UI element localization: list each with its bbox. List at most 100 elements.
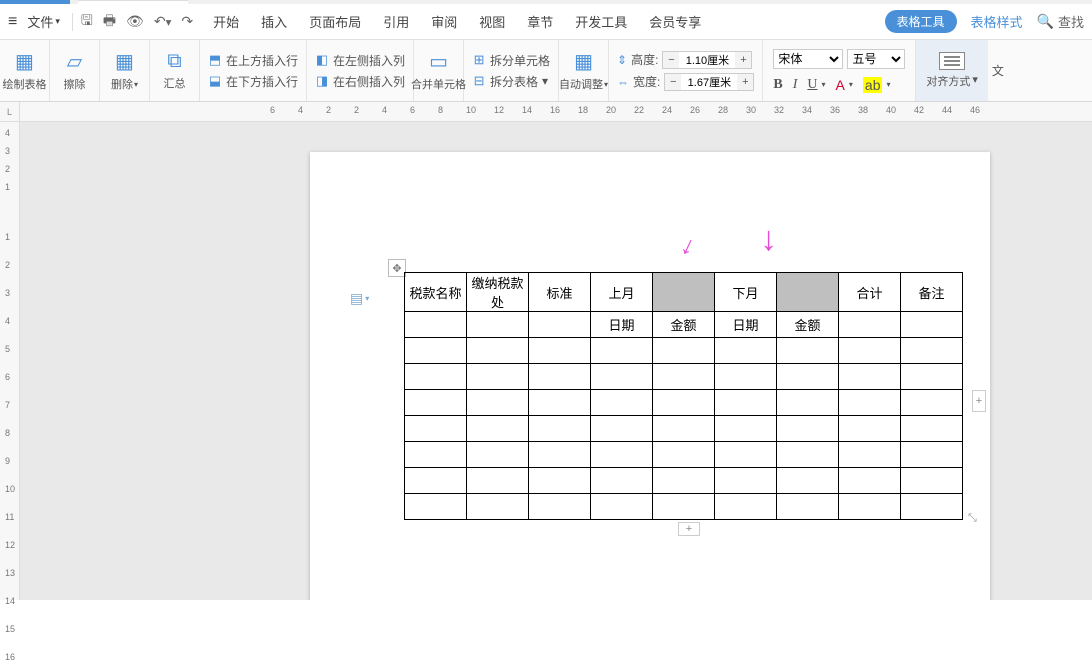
table-cell[interactable] xyxy=(901,468,963,494)
table-cell[interactable] xyxy=(467,312,529,338)
search-box[interactable]: 🔍 查找 xyxy=(1037,12,1084,31)
table-cell[interactable]: 备注 xyxy=(901,273,963,312)
add-col-handle[interactable]: + xyxy=(972,390,986,412)
table-cell[interactable] xyxy=(715,494,777,520)
table-cell[interactable] xyxy=(777,273,839,312)
app-menu-icon[interactable]: ≡ xyxy=(8,13,17,31)
table-cell[interactable] xyxy=(715,338,777,364)
table-cell[interactable] xyxy=(405,338,467,364)
table-cell[interactable] xyxy=(529,390,591,416)
split-cell[interactable]: ⊞拆分单元格 xyxy=(472,52,550,69)
add-row-handle[interactable]: + xyxy=(678,522,700,536)
table-cell[interactable] xyxy=(901,494,963,520)
table-cell[interactable]: 税款名称 xyxy=(405,273,467,312)
table-cell[interactable] xyxy=(715,364,777,390)
height-decrease[interactable]: − xyxy=(663,52,679,68)
font-name-select[interactable]: 宋体 xyxy=(773,49,843,69)
document-table[interactable]: 税款名称缴纳税款处标准上月下月合计备注日期金额日期金额 xyxy=(404,272,963,520)
table-cell[interactable]: 金额 xyxy=(653,312,715,338)
table-cell[interactable] xyxy=(405,416,467,442)
undo-icon[interactable]: ↶▾ xyxy=(154,13,172,30)
table-cell[interactable] xyxy=(777,338,839,364)
table-cell[interactable] xyxy=(653,364,715,390)
table-cell[interactable] xyxy=(529,468,591,494)
table-cell[interactable]: 上月 xyxy=(591,273,653,312)
table-cell[interactable] xyxy=(653,442,715,468)
highlight-button[interactable]: ab xyxy=(863,77,883,93)
merge-cells-button[interactable]: ▭ 合并单元格 xyxy=(414,40,464,101)
insert-col-right[interactable]: ◨在右侧插入列 xyxy=(315,73,405,90)
table-cell[interactable] xyxy=(839,416,901,442)
table-cell[interactable] xyxy=(591,468,653,494)
table-cell[interactable] xyxy=(467,494,529,520)
menu-页面布局[interactable]: 页面布局 xyxy=(307,8,363,35)
insert-col-left[interactable]: ◧在左侧插入列 xyxy=(315,52,405,69)
table-cell[interactable] xyxy=(901,416,963,442)
menu-开发工具[interactable]: 开发工具 xyxy=(573,8,629,35)
context-tab-table-style[interactable]: 表格样式 xyxy=(971,12,1023,31)
autofit-button[interactable]: ▦ 自动调整▾ xyxy=(559,40,609,101)
table-cell[interactable] xyxy=(653,494,715,520)
table-cell[interactable]: 下月 xyxy=(715,273,777,312)
summary-button[interactable]: ⧉ 汇总 xyxy=(150,40,200,101)
table-cell[interactable] xyxy=(715,468,777,494)
table-cell[interactable] xyxy=(653,416,715,442)
table-cell[interactable] xyxy=(529,416,591,442)
width-decrease[interactable]: − xyxy=(665,74,681,90)
width-increase[interactable]: + xyxy=(737,74,753,90)
table-cell[interactable] xyxy=(839,312,901,338)
insert-row-above[interactable]: ⬒在上方插入行 xyxy=(208,52,298,69)
print-icon[interactable]: 🖶 xyxy=(103,10,116,34)
table-cell[interactable] xyxy=(839,364,901,390)
table-cell[interactable] xyxy=(839,468,901,494)
underline-button[interactable]: U xyxy=(807,77,817,93)
table-cell[interactable] xyxy=(591,364,653,390)
menu-开始[interactable]: 开始 xyxy=(211,8,241,35)
menu-插入[interactable]: 插入 xyxy=(259,8,289,35)
table-cell[interactable] xyxy=(405,442,467,468)
table-cell[interactable] xyxy=(653,338,715,364)
delete-button[interactable]: ▦ 删除▾ xyxy=(100,40,150,101)
table-cell[interactable] xyxy=(529,442,591,468)
table-cell[interactable] xyxy=(901,364,963,390)
table-cell[interactable] xyxy=(839,494,901,520)
font-color-button[interactable]: A xyxy=(836,77,845,93)
table-cell[interactable] xyxy=(591,442,653,468)
menu-视图[interactable]: 视图 xyxy=(477,8,507,35)
table-cell[interactable] xyxy=(653,390,715,416)
table-cell[interactable] xyxy=(529,364,591,390)
table-cell[interactable] xyxy=(405,390,467,416)
draw-table-button[interactable]: ▦ 绘制表格 xyxy=(0,40,50,101)
table-cell[interactable] xyxy=(715,442,777,468)
table-cell[interactable] xyxy=(901,390,963,416)
table-cell[interactable] xyxy=(467,338,529,364)
height-increase[interactable]: + xyxy=(735,52,751,68)
italic-button[interactable]: I xyxy=(793,77,798,93)
table-options-icon[interactable]: ▤▾ xyxy=(350,290,369,307)
table-cell[interactable] xyxy=(715,390,777,416)
file-menu[interactable]: 文件▾ xyxy=(23,10,64,33)
save-icon[interactable]: 🖫 xyxy=(81,10,93,34)
font-size-select[interactable]: 五号 xyxy=(847,49,905,69)
vertical-ruler[interactable]: 432112345678910111213141516 xyxy=(0,122,20,600)
table-cell[interactable] xyxy=(591,416,653,442)
table-cell[interactable] xyxy=(777,468,839,494)
table-cell[interactable] xyxy=(777,364,839,390)
table-cell[interactable] xyxy=(405,312,467,338)
table-cell[interactable] xyxy=(467,442,529,468)
table-cell[interactable] xyxy=(901,442,963,468)
table-cell[interactable] xyxy=(839,338,901,364)
table-cell[interactable] xyxy=(467,364,529,390)
menu-会员专享[interactable]: 会员专享 xyxy=(647,8,703,35)
table-cell[interactable] xyxy=(591,390,653,416)
table-cell[interactable] xyxy=(405,364,467,390)
table-cell[interactable]: 日期 xyxy=(715,312,777,338)
table-cell[interactable] xyxy=(901,312,963,338)
menu-章节[interactable]: 章节 xyxy=(525,8,555,35)
ribbon-overflow[interactable]: 文 xyxy=(988,40,1008,101)
table-cell[interactable] xyxy=(405,468,467,494)
menu-审阅[interactable]: 审阅 xyxy=(429,8,459,35)
table-cell[interactable]: 日期 xyxy=(591,312,653,338)
split-table[interactable]: ⊟拆分表格▾ xyxy=(472,73,548,90)
table-cell[interactable] xyxy=(653,468,715,494)
